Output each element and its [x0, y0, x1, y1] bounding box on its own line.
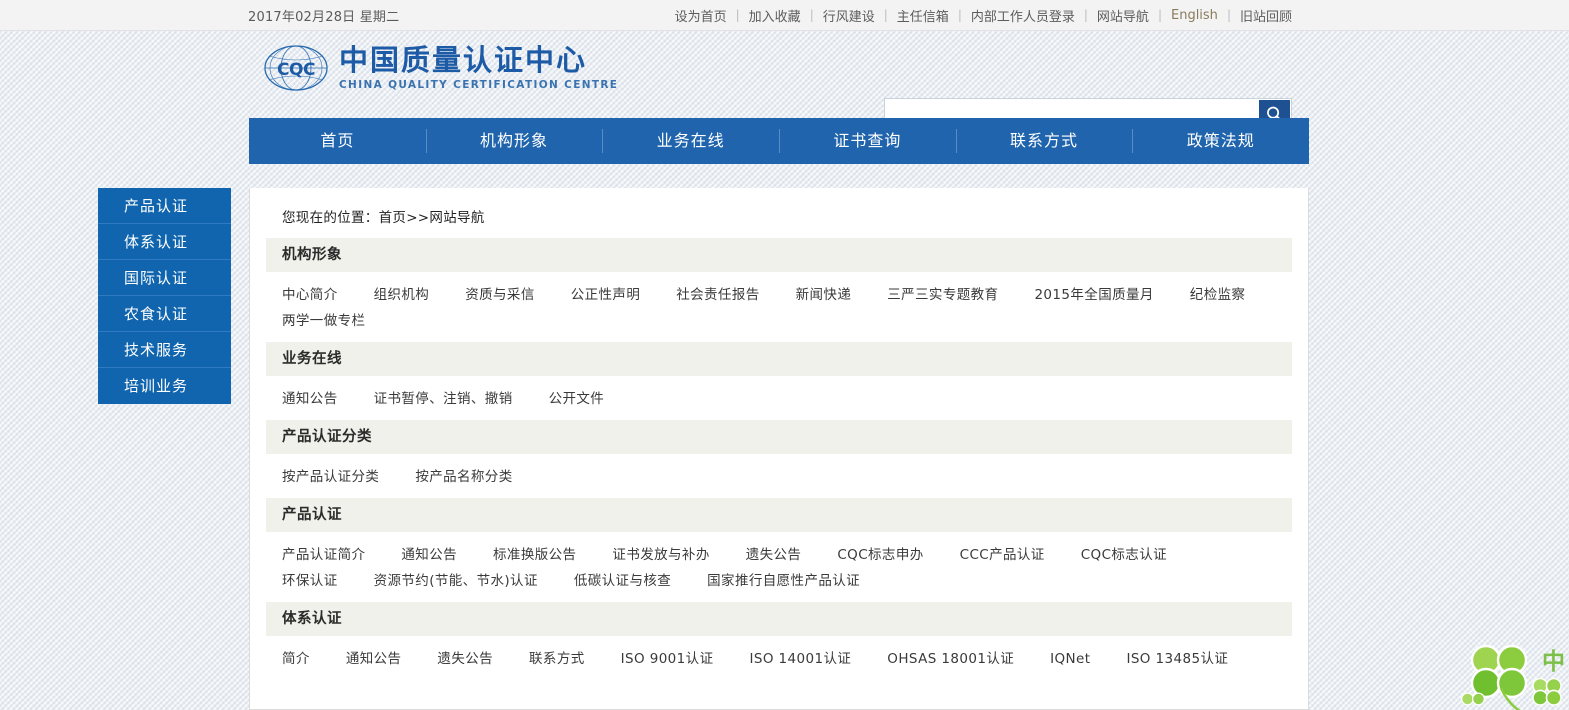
- sitemap-link-4-4[interactable]: ISO 9001认证: [621, 646, 714, 672]
- section-title: 机构形象: [266, 238, 1292, 272]
- sitemap-link-0-3[interactable]: 公正性声明: [571, 282, 641, 308]
- top-utility-bar: 2017年02月28日 星期二 设为首页 | 加入收藏 | 行风建设 | 主任信箱 | 内部工作…: [0, 0, 1569, 31]
- sitemap-link-4-5[interactable]: ISO 14001认证: [749, 646, 851, 672]
- sitemap-link-4-6[interactable]: OHSAS 18001认证: [887, 646, 1014, 672]
- sitemap-link-3-1[interactable]: 通知公告: [401, 542, 457, 568]
- nav-item-4[interactable]: 联系方式: [955, 118, 1133, 164]
- sitemap-sections: 机构形象中心简介 组织机构 资质与采信 公正性声明 社会责任报告 新闻快递 三严三实专题教育…: [266, 238, 1292, 678]
- sitemap-link-0-7[interactable]: 2015年全国质量月: [1034, 282, 1153, 308]
- nav-item-2[interactable]: 业务在线: [602, 118, 779, 164]
- sitemap-link-3-11[interactable]: 国家推行自愿性产品认证: [707, 568, 860, 594]
- sitemap-link-4-1[interactable]: 通知公告: [346, 646, 402, 672]
- nav-item-0[interactable]: 首页: [249, 118, 426, 164]
- logo-title-en: CHINA QUALITY CERTIFICATION CENTRE: [339, 79, 619, 92]
- sitemap-link-3-7[interactable]: CQC标志认证: [1081, 542, 1167, 568]
- main-navigation: 首页 机构形象 业务在线 证书查询 联系方式 政策法规: [249, 118, 1309, 164]
- sitemap-link-0-8[interactable]: 纪检监察: [1190, 282, 1246, 308]
- clover-decoration: 中: [1439, 630, 1569, 710]
- sitemap-link-3-6[interactable]: CCC产品认证: [960, 542, 1045, 568]
- sitemap-link-0-1[interactable]: 组织机构: [374, 282, 430, 308]
- section-link-list: 按产品认证分类 按产品名称分类: [266, 454, 1292, 496]
- sitemap-link-4-2[interactable]: 遗失公告: [437, 646, 493, 672]
- section-title: 体系认证: [266, 602, 1292, 636]
- sidebar-item-3[interactable]: 农食认证: [98, 296, 231, 332]
- sitemap-section: 产品认证产品认证简介 通知公告 标准换版公告 证书发放与补办 遗失公告 CQC标志申办 CC…: [266, 498, 1292, 600]
- top-link-7[interactable]: 旧站回顾: [1231, 6, 1301, 25]
- sitemap-link-3-3[interactable]: 证书发放与补办: [612, 542, 709, 568]
- sitemap-section: 业务在线通知公告 证书暂停、注销、撤销 公开文件: [266, 342, 1292, 418]
- sitemap-link-1-2[interactable]: 公开文件: [549, 386, 605, 412]
- cqc-globe-icon: CQC: [264, 45, 328, 91]
- sitemap-link-3-9[interactable]: 资源节约(节能、节水)认证: [374, 568, 538, 594]
- section-title: 业务在线: [266, 342, 1292, 376]
- section-link-list: 中心简介 组织机构 资质与采信 公正性声明 社会责任报告 新闻快递 三严三实专题教育 2015…: [266, 272, 1292, 340]
- sitemap-section: 产品认证分类按产品认证分类 按产品名称分类: [266, 420, 1292, 496]
- sidebar-item-1[interactable]: 体系认证: [98, 224, 231, 260]
- section-title: 产品认证分类: [266, 420, 1292, 454]
- top-link-5[interactable]: 网站导航: [1088, 6, 1158, 25]
- sidebar-item-0[interactable]: 产品认证: [98, 188, 231, 224]
- breadcrumb: 您现在的位置：首页>>网站导航: [282, 210, 485, 226]
- sitemap-link-4-3[interactable]: 联系方式: [529, 646, 585, 672]
- sidebar-navigation: 产品认证 体系认证 国际认证 农食认证 技术服务 培训业务: [98, 188, 231, 404]
- section-link-list: 简介 通知公告 遗失公告 联系方式 ISO 9001认证 ISO 14001认证 OHSAS…: [266, 636, 1292, 678]
- top-link-2[interactable]: 行风建设: [814, 6, 884, 25]
- nav-item-3[interactable]: 证书查询: [779, 118, 956, 164]
- sitemap-section: 体系认证简介 通知公告 遗失公告 联系方式 ISO 9001认证 ISO 14001认证 O…: [266, 602, 1292, 678]
- sidebar-item-4[interactable]: 技术服务: [98, 332, 231, 368]
- sitemap-link-3-8[interactable]: 环保认证: [282, 568, 338, 594]
- sitemap-link-1-0[interactable]: 通知公告: [282, 386, 338, 412]
- top-link-6[interactable]: English: [1162, 8, 1227, 23]
- sitemap-link-4-8[interactable]: ISO 13485认证: [1126, 646, 1228, 672]
- clover-icon: [1461, 644, 1562, 710]
- site-logo[interactable]: CQC 中国质量认证中心 CHINA QUALITY CERTIFICATION…: [263, 42, 618, 94]
- section-link-list: 产品认证简介 通知公告 标准换版公告 证书发放与补办 遗失公告 CQC标志申办 CCC产品认…: [266, 532, 1292, 600]
- top-link-0[interactable]: 设为首页: [666, 6, 736, 25]
- sitemap-link-2-0[interactable]: 按产品认证分类: [282, 464, 379, 490]
- sitemap-link-0-9[interactable]: 两学一做专栏: [282, 308, 365, 334]
- top-links: 设为首页 | 加入收藏 | 行风建设 | 主任信箱 | 内部工作人员登录 | 网站导航 | Englis…: [666, 6, 1301, 25]
- sidebar-item-5[interactable]: 培训业务: [98, 368, 231, 404]
- sitemap-link-3-4[interactable]: 遗失公告: [746, 542, 802, 568]
- sitemap-link-3-0[interactable]: 产品认证简介: [282, 542, 365, 568]
- sitemap-link-0-0[interactable]: 中心简介: [282, 282, 338, 308]
- top-link-3[interactable]: 主任信箱: [888, 6, 958, 25]
- logo-title-cn: 中国质量认证中心: [339, 42, 588, 77]
- section-title: 产品认证: [266, 498, 1292, 532]
- current-date: 2017年02月28日 星期二: [248, 9, 400, 25]
- site-header: CQC 中国质量认证中心 CHINA QUALITY CERTIFICATION…: [0, 31, 1569, 131]
- top-link-4[interactable]: 内部工作人员登录: [962, 6, 1084, 25]
- sitemap-link-0-6[interactable]: 三严三实专题教育: [887, 282, 998, 308]
- corner-character: 中: [1542, 649, 1565, 675]
- sitemap-link-3-10[interactable]: 低碳认证与核查: [574, 568, 671, 594]
- top-link-1[interactable]: 加入收藏: [740, 6, 810, 25]
- content-panel: 您现在的位置：首页>>网站导航 机构形象中心简介 组织机构 资质与采信 公正性声明 社会…: [249, 188, 1309, 710]
- sitemap-link-4-0[interactable]: 简介: [282, 646, 310, 672]
- sitemap-link-0-5[interactable]: 新闻快递: [796, 282, 852, 308]
- sitemap-link-3-2[interactable]: 标准换版公告: [493, 542, 576, 568]
- sitemap-section: 机构形象中心简介 组织机构 资质与采信 公正性声明 社会责任报告 新闻快递 三严三实专题教育…: [266, 238, 1292, 340]
- sitemap-link-0-2[interactable]: 资质与采信: [465, 282, 535, 308]
- sitemap-link-0-4[interactable]: 社会责任报告: [676, 282, 759, 308]
- sitemap-link-1-1[interactable]: 证书暂停、注销、撤销: [374, 386, 513, 412]
- svg-text:CQC: CQC: [277, 60, 315, 80]
- sitemap-link-2-1[interactable]: 按产品名称分类: [415, 464, 512, 490]
- nav-item-1[interactable]: 机构形象: [425, 118, 603, 164]
- nav-item-5[interactable]: 政策法规: [1132, 118, 1309, 164]
- sitemap-link-4-7[interactable]: IQNet: [1050, 646, 1090, 672]
- sidebar-item-2[interactable]: 国际认证: [98, 260, 231, 296]
- section-link-list: 通知公告 证书暂停、注销、撤销 公开文件: [266, 376, 1292, 418]
- sitemap-link-3-5[interactable]: CQC标志申办: [837, 542, 923, 568]
